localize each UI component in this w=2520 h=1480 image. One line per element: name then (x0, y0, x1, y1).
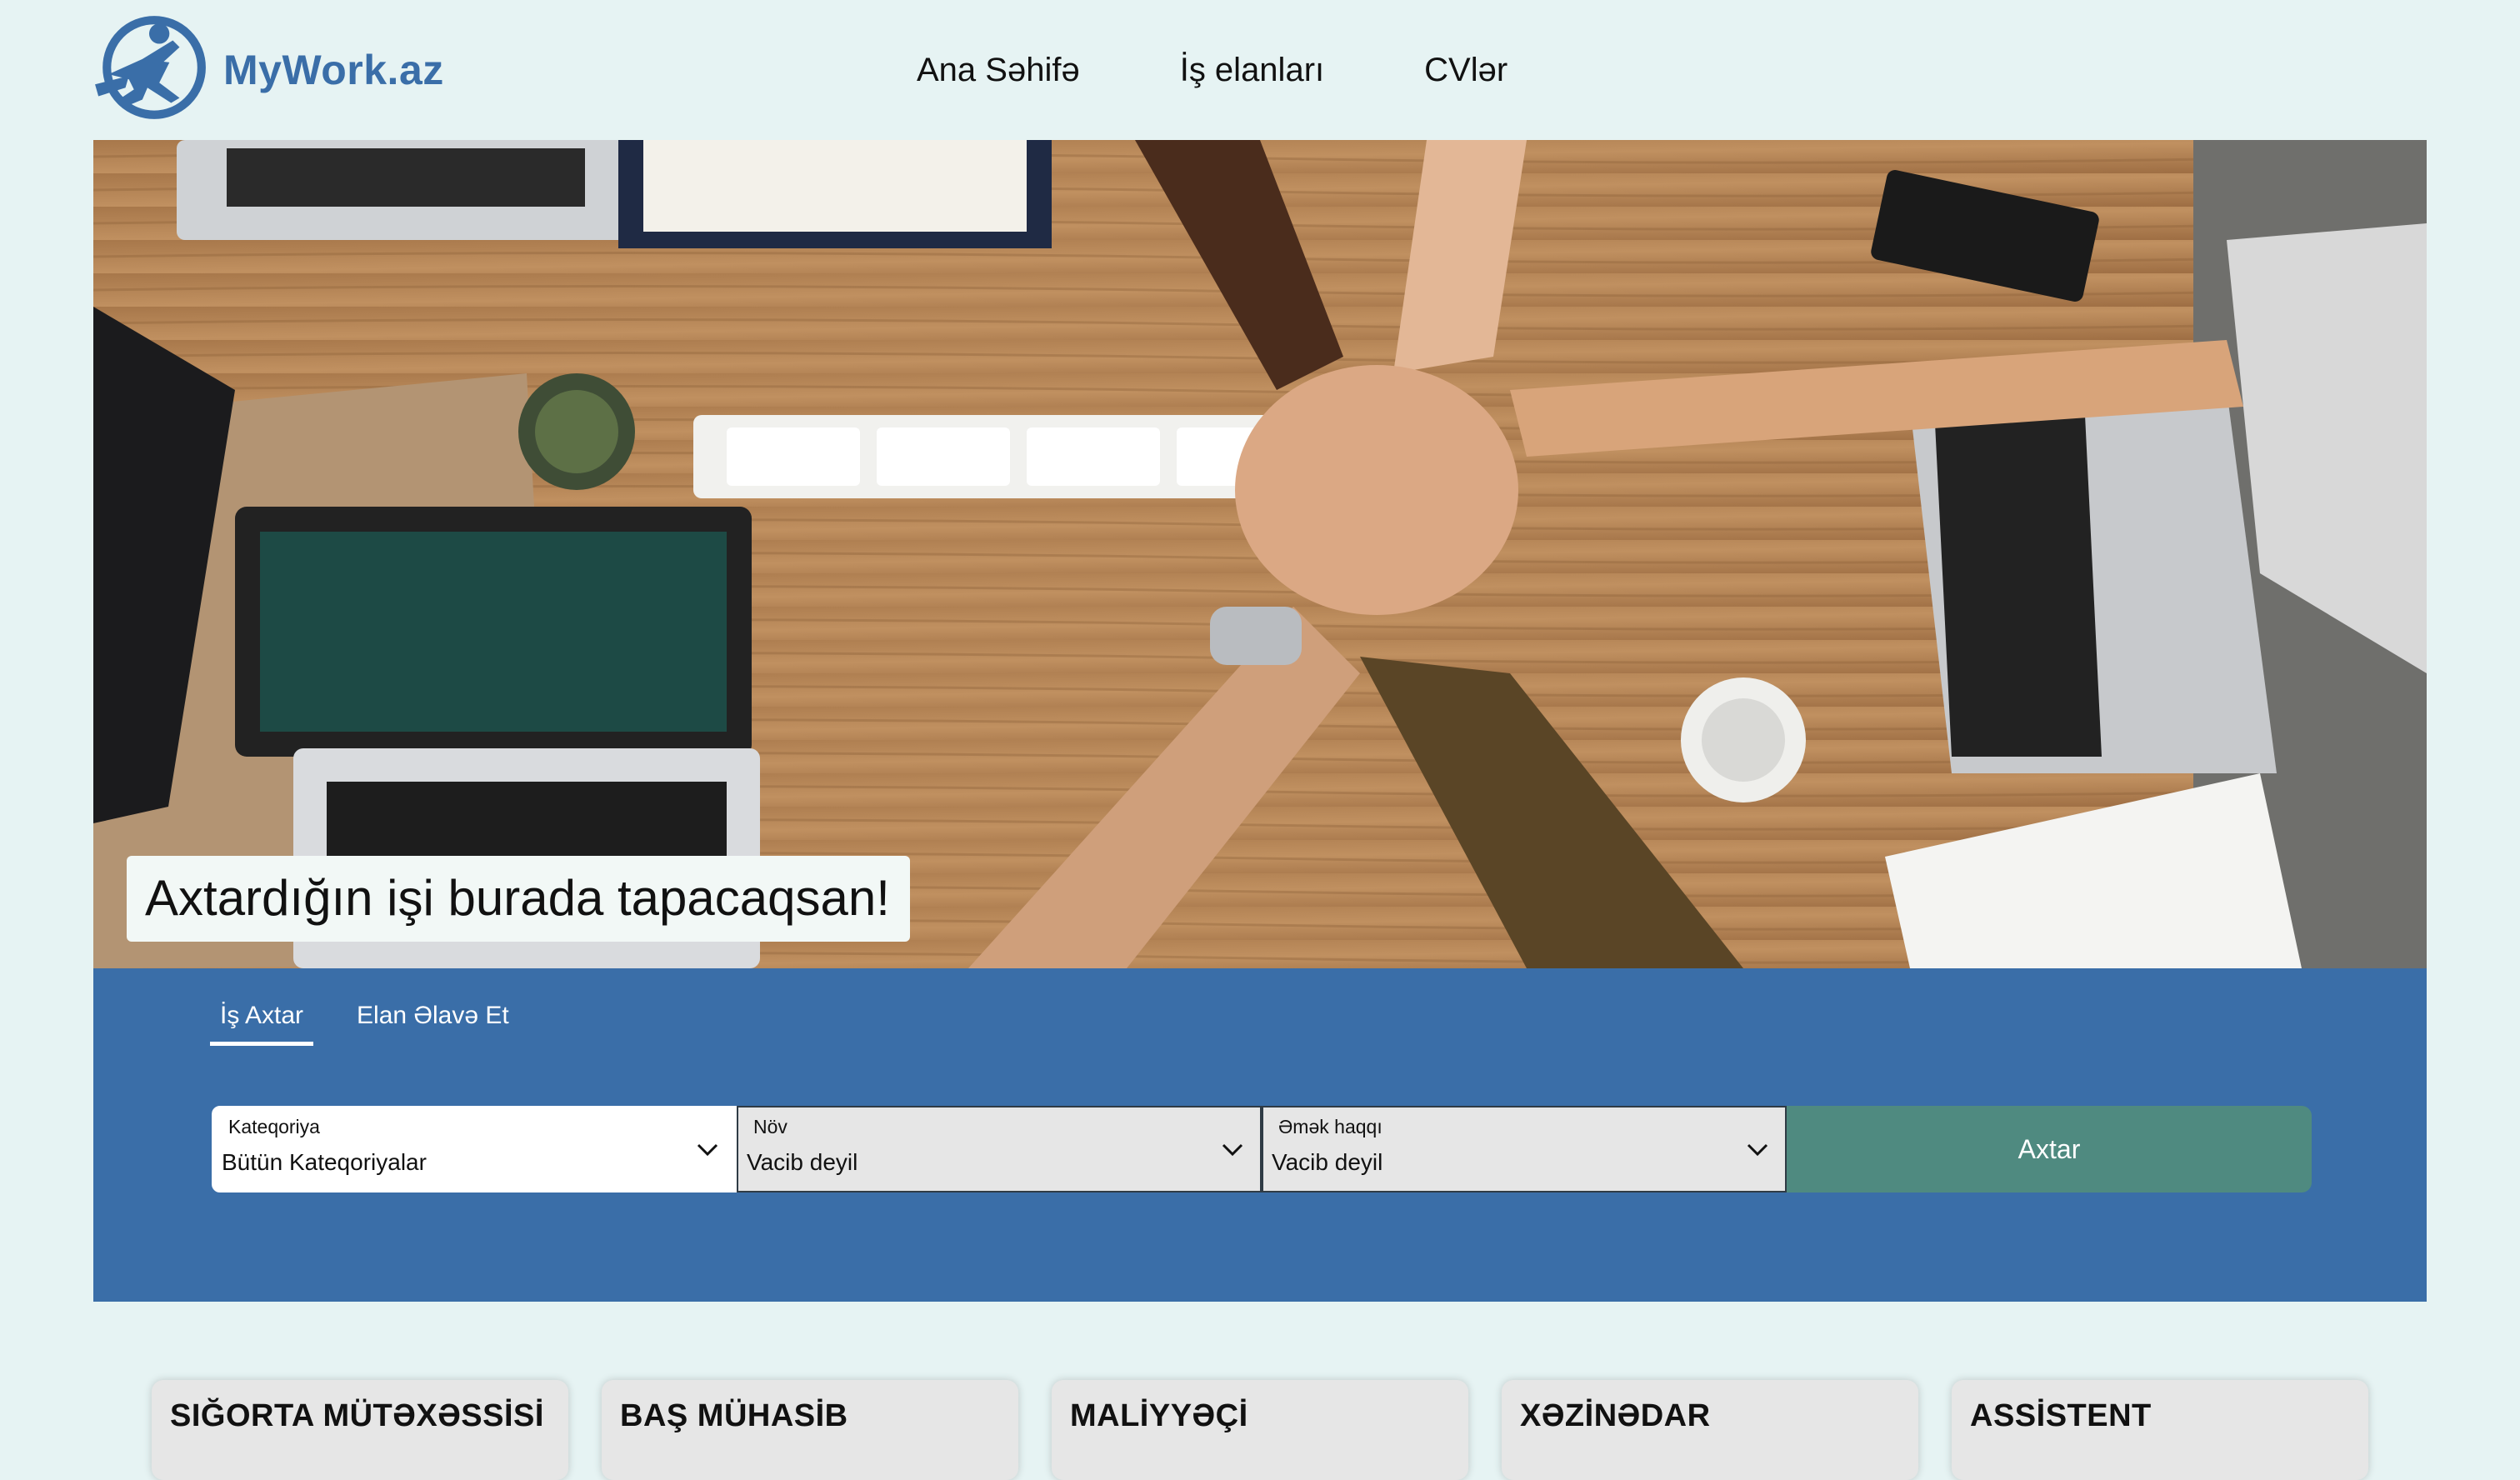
search-form: Kateqoriya Bütün Kateqoriyalar Növ Vacib… (212, 1106, 2312, 1192)
hero-banner: Axtardığın işi burada tapacaqsan! (93, 140, 2427, 968)
nav-cvs[interactable]: CVlər (1424, 52, 1508, 89)
job-card[interactable]: ASSİSTENT (1952, 1380, 2368, 1480)
job-card-title: MALİYYƏÇİ (1070, 1398, 1248, 1433)
logo-text: MyWork.az (223, 47, 444, 93)
job-card[interactable]: BAŞ MÜHASİB (602, 1380, 1018, 1480)
chevron-down-icon (1747, 1143, 1768, 1157)
job-cards: SIĞORTA MÜTƏXƏSSİSİ BAŞ MÜHASİB MALİYYƏÇ… (152, 1380, 2402, 1480)
job-card-title: XƏZİNƏDAR (1520, 1398, 1711, 1433)
type-select[interactable]: Növ Vacib deyil (737, 1106, 1262, 1192)
tab-add-listing[interactable]: Elan Əlavə Et (347, 1002, 519, 1046)
nav-job-listings[interactable]: İş elanları (1180, 52, 1324, 89)
salary-label: Əmək haqqı (1278, 1116, 1382, 1138)
logo-runner-icon (95, 16, 206, 119)
hero-teamwork-image (93, 140, 2427, 968)
type-value: Vacib deyil (747, 1149, 858, 1175)
job-card-title: SIĞORTA MÜTƏXƏSSİSİ (170, 1398, 544, 1433)
search-button[interactable]: Axtar (1787, 1106, 2312, 1192)
job-card[interactable]: MALİYYƏÇİ (1052, 1380, 1468, 1480)
job-card-title: ASSİSTENT (1970, 1398, 2152, 1433)
header: MyWork.az Ana Səhifə İş elanları CVlər (0, 0, 2520, 140)
salary-select[interactable]: Əmək haqqı Vacib deyil (1262, 1106, 1787, 1192)
search-tabs: İş Axtar Elan Əlavə Et (210, 1002, 552, 1046)
type-label: Növ (753, 1116, 788, 1138)
category-label: Kateqoriya (228, 1116, 320, 1138)
tab-find-job[interactable]: İş Axtar (210, 1002, 314, 1046)
category-select[interactable]: Kateqoriya Bütün Kateqoriyalar (212, 1106, 737, 1192)
nav-home[interactable]: Ana Səhifə (917, 52, 1080, 89)
search-panel: İş Axtar Elan Əlavə Et Kateqoriya Bütün … (93, 968, 2427, 1302)
category-value: Bütün Kateqoriyalar (222, 1149, 427, 1175)
job-card[interactable]: SIĞORTA MÜTƏXƏSSİSİ (152, 1380, 568, 1480)
chevron-down-icon (697, 1143, 718, 1157)
salary-value: Vacib deyil (1272, 1149, 1383, 1175)
job-card[interactable]: XƏZİNƏDAR (1502, 1380, 1918, 1480)
chevron-down-icon (1222, 1143, 1243, 1157)
job-card-title: BAŞ MÜHASİB (620, 1398, 848, 1433)
logo[interactable]: MyWork.az (92, 15, 444, 125)
main-nav: Ana Səhifə İş elanları CVlər (917, 0, 1608, 140)
hero-caption: Axtardığın işi burada tapacaqsan! (127, 856, 910, 942)
